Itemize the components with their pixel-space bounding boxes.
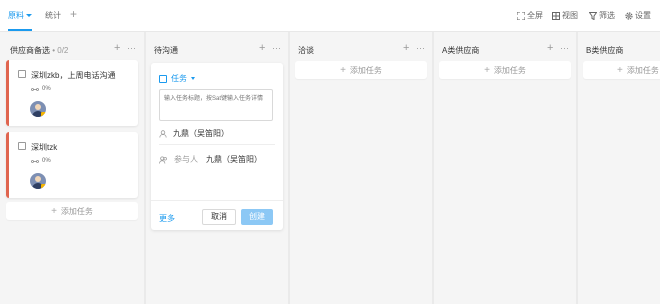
add-tab-icon[interactable]: + (70, 7, 77, 21)
tab-label: 原料 (8, 11, 24, 20)
assignee-avatar[interactable] (30, 173, 46, 189)
subtask-progress-icon (31, 87, 39, 91)
chevron-down-icon (26, 14, 32, 18)
tool-label: 设置 (635, 11, 651, 20)
plus-icon: + (51, 205, 57, 217)
column-add-icon[interactable]: + (114, 42, 120, 54)
column-title: 供应商备选 • 0/2 (10, 46, 69, 55)
column-more-icon[interactable]: ··· (560, 42, 569, 54)
add-task-button[interactable]: + 添加任务 (6, 202, 138, 220)
task-card[interactable]: 深圳zkb，上周电话沟通 0% (6, 60, 138, 126)
tool-label: 视图 (562, 11, 578, 20)
task-card[interactable]: 深圳tzk 0% (6, 132, 138, 198)
column-supplier-candidates: 供应商备选 • 0/2 + ··· 深圳zkb，上周电话沟通 0% 深圳tzk … (0, 32, 144, 304)
add-task-button[interactable]: + 添加任务 (295, 61, 427, 79)
column-class-b-suppliers: B类供应商 + 添加任务 (578, 32, 660, 304)
tool-label: 筛选 (599, 11, 615, 20)
tab-raw-material[interactable]: 原料 (8, 10, 32, 21)
divider (159, 144, 275, 145)
cancel-button[interactable]: 取消 (202, 209, 236, 225)
participants-label: 参与人 (174, 155, 198, 164)
gear-icon (625, 11, 633, 20)
add-task-button[interactable]: + 添加任务 (439, 61, 571, 79)
add-task-button[interactable]: + 添加任务 (583, 61, 660, 79)
tool-label: 全屏 (527, 11, 543, 20)
priority-bar (6, 132, 9, 198)
kanban-board: 供应商备选 • 0/2 + ··· 深圳zkb，上周电话沟通 0% 深圳tzk … (0, 32, 660, 304)
column-negotiation: 洽谈 + ··· + 添加任务 (290, 32, 434, 304)
task-checkbox[interactable] (18, 70, 26, 78)
column-more-icon[interactable]: ··· (272, 42, 281, 54)
users-icon (159, 155, 167, 164)
task-title-input[interactable] (159, 89, 273, 121)
filter-icon (589, 11, 597, 20)
tab-statistics[interactable]: 统计 (45, 10, 61, 21)
active-tab-indicator (8, 29, 32, 31)
new-task-form: 任务 九鼎（吴笛阳） 参与人 九鼎（吴笛阳） 更多 取消 创建 (151, 63, 283, 230)
task-checkbox[interactable] (18, 142, 26, 150)
task-title: 深圳zkb，上周电话沟通 (31, 71, 116, 80)
task-progress: 0% (31, 86, 51, 92)
assignee-avatar[interactable] (30, 101, 46, 117)
task-title: 深圳tzk (31, 143, 58, 152)
task-type-select[interactable]: 任务 (159, 73, 195, 84)
tab-label: 统计 (45, 11, 61, 20)
create-button[interactable]: 创建 (241, 209, 273, 225)
subtask-progress-icon (31, 159, 39, 163)
participants-name: 九鼎（吴笛阳） (206, 155, 262, 164)
task-type-icon (159, 74, 167, 83)
view-grid-icon (552, 11, 560, 20)
plus-icon: + (340, 64, 346, 76)
column-title: 待沟通 (154, 46, 178, 55)
divider (151, 200, 283, 201)
filter-button[interactable]: 筛选 (589, 10, 615, 21)
column-more-icon[interactable]: ··· (127, 42, 136, 54)
task-progress: 0% (31, 158, 51, 164)
fullscreen-button[interactable]: 全屏 (517, 10, 543, 21)
column-count: • 0/2 (52, 46, 69, 55)
column-class-a-suppliers: A类供应商 + ··· + 添加任务 (434, 32, 578, 304)
plus-icon: + (484, 64, 490, 76)
view-button[interactable]: 视图 (552, 10, 578, 21)
column-more-icon[interactable]: ··· (416, 42, 425, 54)
plus-icon: + (617, 64, 623, 76)
priority-bar (6, 60, 9, 126)
assignee-name: 九鼎（吴笛阳） (173, 129, 229, 138)
fullscreen-icon (517, 11, 525, 20)
top-bar: 原料 统计 + 全屏 视图 筛选 设置 (0, 0, 660, 32)
chevron-down-icon (191, 77, 195, 80)
more-options-link[interactable]: 更多 (159, 213, 175, 224)
column-add-icon[interactable]: + (547, 42, 553, 54)
settings-button[interactable]: 设置 (625, 10, 651, 21)
participants-row[interactable]: 参与人 九鼎（吴笛阳） (159, 154, 262, 165)
column-title: A类供应商 (442, 46, 480, 55)
column-title: B类供应商 (586, 46, 624, 55)
user-icon (159, 129, 167, 138)
column-add-icon[interactable]: + (403, 42, 409, 54)
column-add-icon[interactable]: + (259, 42, 265, 54)
assignee-row[interactable]: 九鼎（吴笛阳） (159, 128, 229, 139)
column-title: 洽谈 (298, 46, 314, 55)
